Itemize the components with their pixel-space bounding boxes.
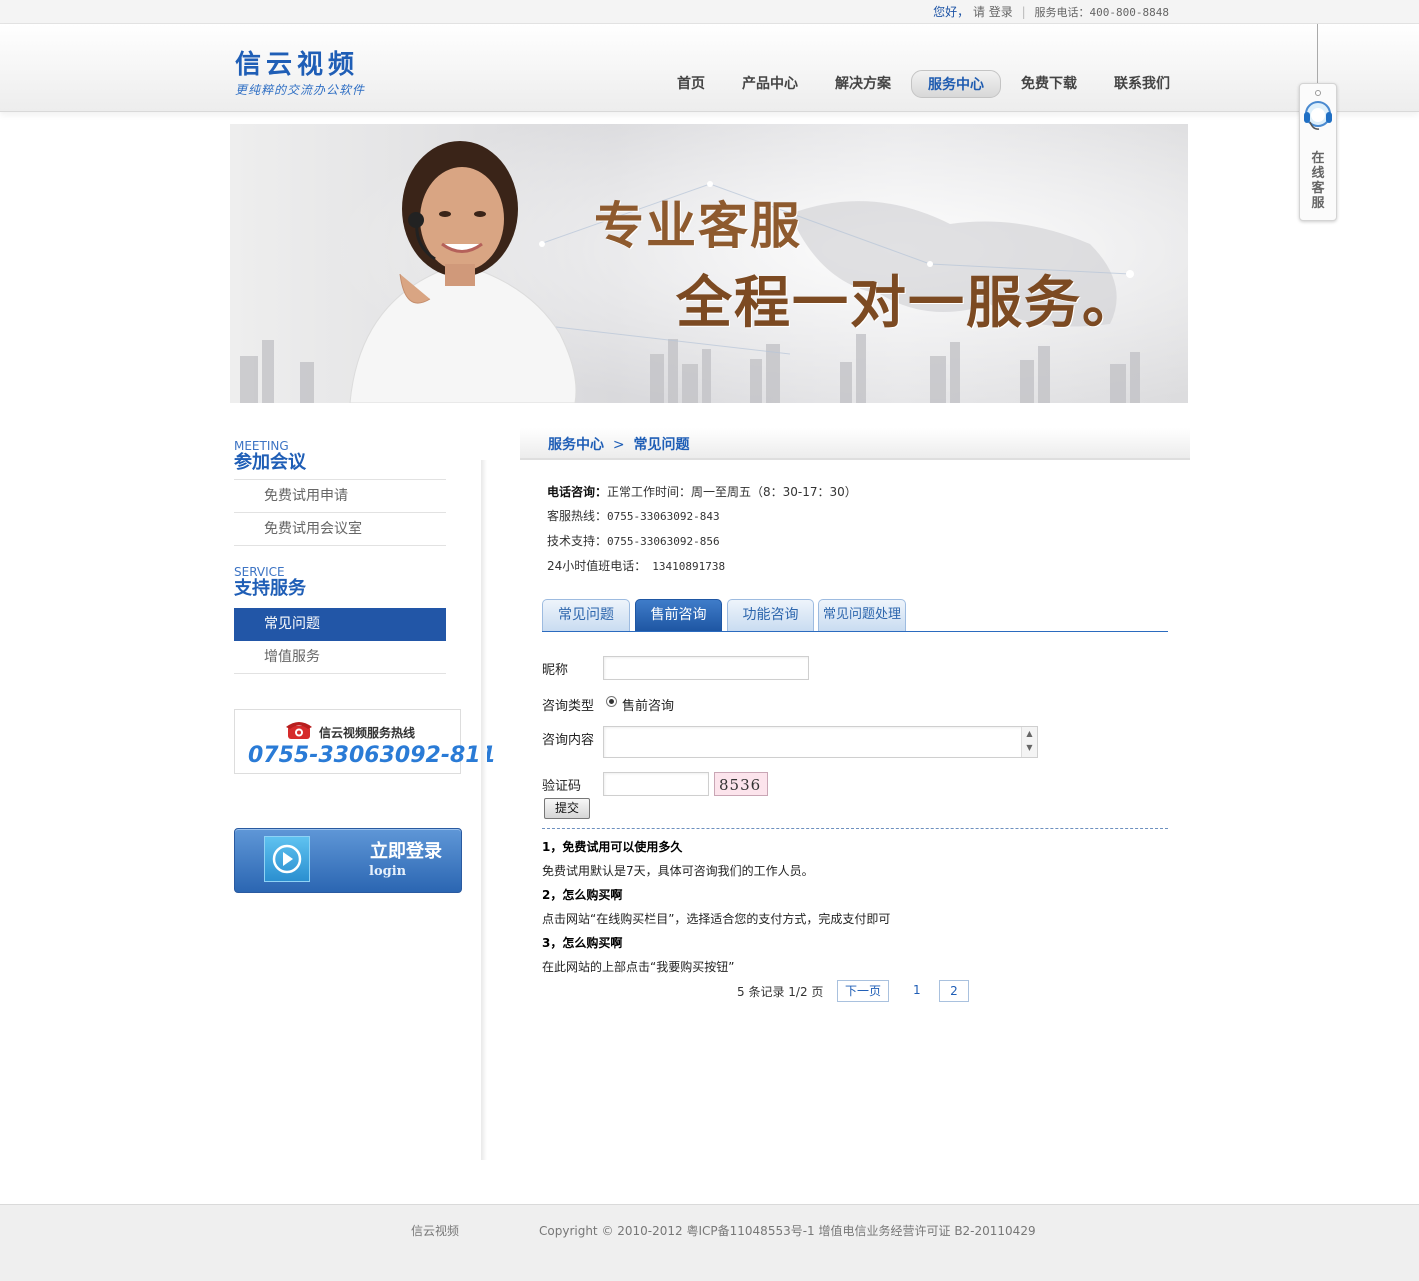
consult-tabs: 常见问题 售前咨询 功能咨询 常见问题处理 bbox=[542, 599, 1168, 632]
tag-string bbox=[1317, 24, 1318, 90]
service-section: SERVICE 支持服务 常见问题 增值服务 bbox=[234, 566, 464, 674]
login-now-en: login bbox=[369, 864, 407, 879]
captcha-input[interactable] bbox=[603, 772, 709, 796]
phone-hours: 正常工作时间：周一至周五（8：30-17：30） bbox=[607, 485, 857, 499]
sidebar-item-value-added[interactable]: 增值服务 bbox=[234, 641, 446, 674]
tech-value: 0755-33063092-856 bbox=[607, 535, 720, 548]
column-divider bbox=[481, 460, 487, 1160]
service-phone: 服务电话：400-800-8848 bbox=[1034, 6, 1169, 19]
submit-button[interactable]: 提交 bbox=[544, 798, 590, 819]
tab-faq[interactable]: 常见问题 bbox=[542, 599, 630, 631]
logo-name: 信云视频 bbox=[235, 50, 360, 80]
contact-info: 电话咨询：正常工作时间：周一至周五（8：30-17：30） 客服热线：0755-… bbox=[547, 480, 857, 579]
nickname-input[interactable] bbox=[603, 656, 809, 680]
nav-products[interactable]: 产品中心 bbox=[725, 70, 815, 98]
top-bar: 您好， 请 登录 | 服务电话：400-800-8848 bbox=[0, 0, 1419, 24]
main-nav: 首页 产品中心 解决方案 服务中心 免费下载 联系我们 bbox=[660, 70, 1190, 98]
type-label: 咨询类型 bbox=[542, 699, 595, 714]
faq-answer: 点击网站“在线购买栏目”，选择适合您的支付方式，完成支付即可 bbox=[542, 912, 891, 926]
headset-icon bbox=[1304, 101, 1332, 130]
breadcrumb-separator: > bbox=[612, 437, 625, 453]
pager-page-2[interactable]: 2 bbox=[939, 980, 969, 1002]
hero-banner: 专业客服 全程一对一服务。 bbox=[230, 124, 1188, 403]
tab-presale[interactable]: 售前咨询 bbox=[635, 599, 722, 631]
hotline-number: 0755-33063092-811 bbox=[248, 743, 496, 768]
footer-copyright: Copyright © 2010-2012 粤ICP备11048553号-1 增… bbox=[539, 1224, 1036, 1238]
textarea-scrollbar[interactable]: ▲ ▼ bbox=[1021, 727, 1037, 757]
nav-contact[interactable]: 联系我们 bbox=[1097, 70, 1187, 98]
nav-download[interactable]: 免费下载 bbox=[1004, 70, 1094, 98]
contact-phone-row: 电话咨询：正常工作时间：周一至周五（8：30-17：30） bbox=[547, 480, 857, 504]
nav-service-center[interactable]: 服务中心 bbox=[911, 70, 1001, 98]
sidebar-item-free-trial-room[interactable]: 免费试用会议室 bbox=[234, 513, 446, 546]
duty-label: 24小时值班电话： bbox=[547, 559, 647, 573]
greeting-text: 您好， bbox=[933, 5, 970, 19]
duty-value: 13410891738 bbox=[652, 560, 726, 573]
meeting-en-title: MEETING bbox=[234, 439, 289, 453]
site-header: 信云视频 更纯粹的交流办公软件 首页 产品中心 解决方案 服务中心 免费下载 联… bbox=[0, 24, 1419, 112]
breadcrumb-parent[interactable]: 服务中心 bbox=[548, 437, 604, 453]
faq-list: 1，免费试用可以使用多久 免费试用默认是7天，具体可咨询我们的工作人员。 2，怎… bbox=[542, 835, 1168, 979]
service-cn-title: 支持服务 bbox=[234, 578, 306, 599]
logo-slogan: 更纯粹的交流办公软件 bbox=[235, 83, 366, 97]
contact-hotline-row: 客服热线：0755-33063092-843 bbox=[547, 504, 857, 529]
faq-answer: 免费试用默认是7天，具体可咨询我们的工作人员。 bbox=[542, 864, 814, 878]
top-bar-links: 您好， 请 登录 | 服务电话：400-800-8848 bbox=[933, 3, 1169, 20]
hotline-row-label: 客服热线： bbox=[547, 509, 608, 523]
login-link[interactable]: 登录 bbox=[989, 5, 1013, 19]
nav-home[interactable]: 首页 bbox=[660, 70, 722, 98]
phone-icon bbox=[286, 722, 312, 739]
contact-duty-row: 24小时值班电话： 13410891738 bbox=[547, 554, 857, 579]
sidebar-item-faq[interactable]: 常见问题 bbox=[234, 608, 446, 641]
banner-title: 专业客服 bbox=[594, 197, 802, 255]
faq-question: 2，怎么购买啊 bbox=[542, 888, 623, 902]
online-service-tag[interactable]: 在线客服 bbox=[1299, 83, 1337, 221]
hotline-label: 信云视频服务热线 bbox=[319, 726, 416, 740]
meeting-section: MEETING 参加会议 免费试用申请 免费试用会议室 bbox=[234, 440, 464, 546]
content-textarea[interactable]: ▲ ▼ bbox=[603, 726, 1038, 758]
hotline-row-value: 0755-33063092-843 bbox=[607, 510, 720, 523]
site-footer: 信云视频 Copyright © 2010-2012 粤ICP备11048553… bbox=[0, 1204, 1419, 1281]
breadcrumb: 服务中心 > 常见问题 bbox=[520, 428, 1190, 460]
please-text: 请 bbox=[972, 5, 985, 19]
online-service-text: 在线客服 bbox=[1311, 151, 1325, 211]
online-service-label: 在线客服 bbox=[1300, 151, 1336, 211]
type-option-label: 售前咨询 bbox=[622, 699, 675, 714]
content-label: 咨询内容 bbox=[542, 733, 595, 748]
tag-hole bbox=[1315, 90, 1321, 96]
tech-label: 技术支持： bbox=[547, 534, 608, 548]
breadcrumb-current: 常见问题 bbox=[633, 437, 690, 453]
faq-answer: 在此网站的上部点击“我要购买按钮” bbox=[542, 960, 735, 974]
pager-next[interactable]: 下一页 bbox=[837, 980, 889, 1002]
sidebar: MEETING 参加会议 免费试用申请 免费试用会议室 SERVICE 支持服务… bbox=[234, 430, 464, 674]
nav-solutions[interactable]: 解决方案 bbox=[818, 70, 908, 98]
tab-faq-handling[interactable]: 常见问题处理 bbox=[818, 599, 906, 631]
phone-label: 电话咨询： bbox=[547, 485, 608, 499]
top-divider: | bbox=[1021, 5, 1026, 19]
faq-question: 1，免费试用可以使用多久 bbox=[542, 840, 683, 854]
type-radio[interactable] bbox=[606, 696, 617, 707]
faq-question: 3，怎么购买啊 bbox=[542, 936, 623, 950]
pager-page-1[interactable]: 1 bbox=[913, 983, 921, 997]
nickname-label: 昵称 bbox=[542, 663, 569, 678]
service-en-title: SERVICE bbox=[234, 565, 285, 579]
pager-records: 5 条记录 1/2 页 bbox=[737, 985, 824, 999]
login-now-label: 立即登录 bbox=[370, 841, 442, 862]
login-now-button[interactable]: 立即登录 login bbox=[234, 828, 462, 893]
sidebar-item-free-trial-apply[interactable]: 免费试用申请 bbox=[234, 480, 446, 513]
form-divider bbox=[542, 828, 1168, 829]
banner-subtitle: 全程一对一服务。 bbox=[676, 271, 1140, 336]
arrow-right-icon bbox=[264, 836, 310, 882]
footer-brand: 信云视频 bbox=[411, 1224, 460, 1238]
meeting-cn-title: 参加会议 bbox=[234, 452, 446, 480]
captcha-image[interactable]: 8536 bbox=[714, 772, 768, 796]
captcha-label: 验证码 bbox=[542, 779, 582, 794]
contact-tech-row: 技术支持：0755-33063092-856 bbox=[547, 529, 857, 554]
site-logo[interactable]: 信云视频 更纯粹的交流办公软件 bbox=[235, 50, 395, 98]
tab-feature[interactable]: 功能咨询 bbox=[727, 599, 814, 631]
hotline-box: 信云视频服务热线 0755-33063092-811 bbox=[234, 709, 496, 774]
